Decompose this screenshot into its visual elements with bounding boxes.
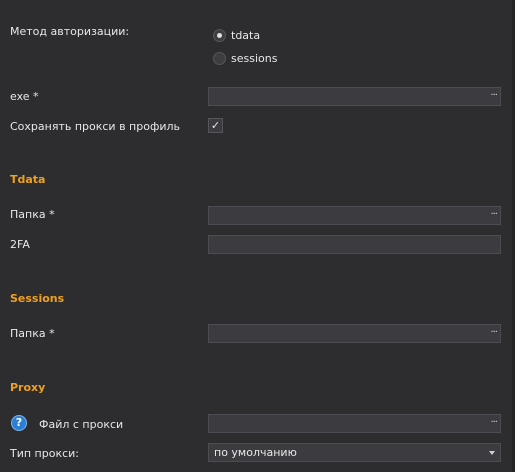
sessions-folder-label: Папка * (10, 327, 55, 340)
proxy-browse-button[interactable]: ··· (490, 416, 497, 430)
exe-label: exe * (10, 90, 39, 103)
radio-tdata[interactable]: tdata (213, 29, 260, 42)
proxy-section-title: Proxy (10, 381, 46, 394)
radio-sessions-label: sessions (231, 52, 278, 65)
sessions-browse-button[interactable]: ··· (490, 326, 497, 340)
proxy-type-label: Тип прокси: (10, 447, 80, 460)
chevron-down-icon[interactable] (489, 451, 495, 455)
auth-method-label: Метод авторизации: (10, 25, 130, 38)
proxy-file-label: Файл с прокси (39, 418, 124, 431)
sessions-folder-field[interactable]: ··· (208, 324, 501, 343)
radio-sessions-indicator[interactable] (213, 52, 226, 65)
tdata-folder-field[interactable]: ··· (208, 206, 501, 225)
proxy-file-field[interactable]: ··· (208, 414, 501, 433)
twofa-label: 2FA (10, 238, 30, 251)
tdata-browse-button[interactable]: ··· (490, 208, 497, 222)
radio-sessions[interactable]: sessions (213, 52, 277, 65)
exe-path-field[interactable]: ··· (208, 87, 501, 106)
proxy-type-value: по умолчанию (214, 446, 297, 459)
save-proxy-checkbox[interactable]: ✓ (208, 118, 223, 133)
radio-tdata-indicator[interactable] (213, 29, 226, 42)
save-proxy-label: Сохранять прокси в профиль (10, 120, 181, 133)
tdata-section-title: Tdata (10, 173, 46, 186)
proxy-type-select[interactable]: по умолчанию (208, 443, 501, 462)
exe-browse-button[interactable]: ··· (490, 89, 497, 103)
tdata-folder-label: Папка * (10, 208, 55, 221)
sessions-section-title: Sessions (10, 292, 65, 305)
help-icon[interactable]: ? (11, 415, 27, 431)
twofa-field[interactable] (208, 235, 501, 254)
settings-panel: { "auth": { "label": "Метод авторизации:… (0, 0, 515, 472)
radio-tdata-label: tdata (231, 29, 261, 42)
